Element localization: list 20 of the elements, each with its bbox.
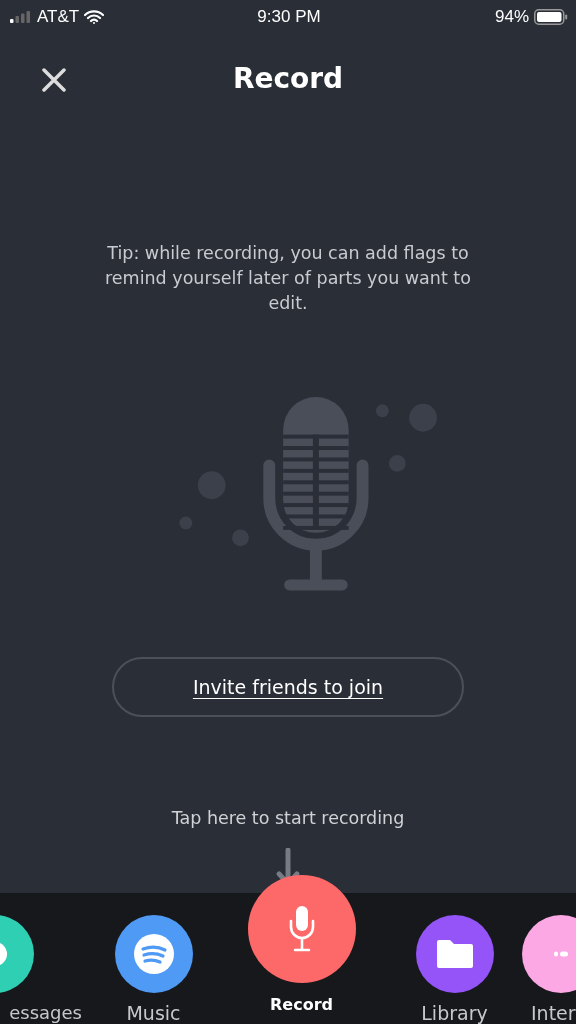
close-icon bbox=[42, 67, 66, 92]
dots-icon bbox=[554, 951, 568, 957]
dock-label: Music bbox=[126, 1002, 181, 1024]
dock-label: Inter bbox=[531, 1002, 576, 1024]
dock-label: Record bbox=[270, 995, 333, 1014]
signal-icon bbox=[10, 10, 32, 23]
tip-text: Tip: while recording, you can add flags to remind yourself later of parts you want to edit. bbox=[104, 242, 472, 316]
start-recording-hint: Tap here to start recording bbox=[171, 808, 405, 829]
dock-label: Library bbox=[421, 1002, 488, 1024]
screen-title: Record bbox=[232, 61, 344, 95]
battery-icon bbox=[534, 8, 568, 25]
carrier-name: AT&T bbox=[37, 6, 80, 27]
clock-time: 9:30 PM bbox=[257, 6, 321, 27]
battery-percent: 94% bbox=[494, 6, 529, 27]
microphone-icon bbox=[288, 905, 315, 953]
music-service-icon bbox=[132, 933, 175, 975]
invite-friends-button[interactable]: Invite friends to join bbox=[112, 657, 464, 717]
folder-icon bbox=[434, 938, 475, 970]
wifi-icon bbox=[84, 9, 105, 24]
dock-label: essages bbox=[9, 1002, 82, 1023]
